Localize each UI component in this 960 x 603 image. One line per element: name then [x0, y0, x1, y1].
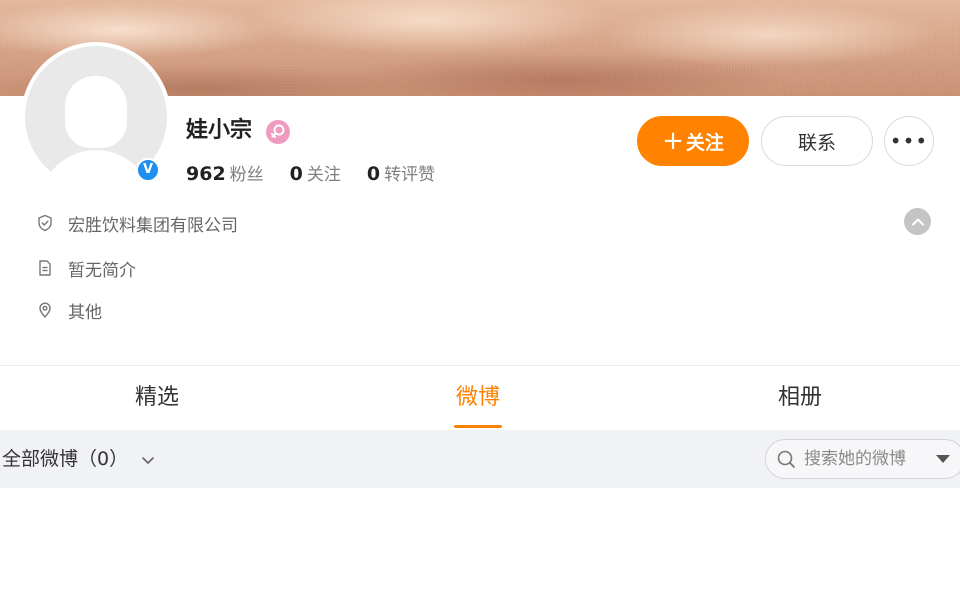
search-box [765, 439, 960, 479]
collapse-chevron-up-icon[interactable] [904, 208, 931, 235]
female-icon [266, 120, 290, 144]
stat-value: 962 [186, 163, 226, 185]
stat-value: 0 [366, 163, 381, 185]
location-text: 其他 [68, 302, 102, 323]
verified-badge-icon: V [136, 158, 160, 182]
tab-featured[interactable]: 精选 [57, 366, 257, 430]
active-tab-indicator [454, 425, 502, 428]
more-button[interactable]: ••• [884, 116, 934, 166]
stat-value: 0 [289, 163, 303, 185]
tab-album[interactable]: 相册 [700, 366, 900, 430]
location-pin-icon [35, 300, 55, 320]
info-bio: 暂无简介 [35, 255, 136, 281]
more-icon: ••• [889, 129, 929, 153]
info-company: 宏胜饮料集团有限公司 [35, 210, 238, 236]
info-location: 其他 [35, 297, 102, 323]
shield-check-icon [35, 213, 55, 233]
stat-reposts-comments-likes[interactable]: 0 转评赞 [367, 160, 435, 185]
stat-followers[interactable]: 962 粉丝 [186, 160, 264, 185]
all-weibo-filter[interactable]: 全部微博（0） [2, 430, 128, 488]
tab-weibo[interactable]: 微博 [378, 366, 578, 430]
profile-name: 娃小宗 [186, 118, 253, 143]
follow-label: 关注 [685, 131, 724, 154]
stat-following[interactable]: 0 关注 [290, 160, 341, 185]
follow-button[interactable]: + 关注 [637, 116, 749, 166]
profile-stats: 962 粉丝 0 关注 0 转评赞 [186, 160, 461, 186]
plus-icon: + [662, 126, 684, 156]
search-icon [777, 450, 795, 468]
search-dropdown-icon[interactable] [936, 455, 950, 463]
stat-label: 粉丝 [229, 165, 264, 185]
stat-label: 关注 [306, 165, 341, 185]
contact-label: 联系 [797, 131, 836, 154]
bio-text: 暂无简介 [68, 260, 136, 281]
document-icon [35, 258, 55, 278]
stat-label: 转评赞 [384, 165, 436, 185]
chevron-down-icon[interactable] [140, 452, 156, 468]
company-text: 宏胜饮料集团有限公司 [68, 215, 238, 236]
contact-button[interactable]: 联系 [761, 116, 873, 166]
search-input[interactable] [804, 444, 934, 474]
